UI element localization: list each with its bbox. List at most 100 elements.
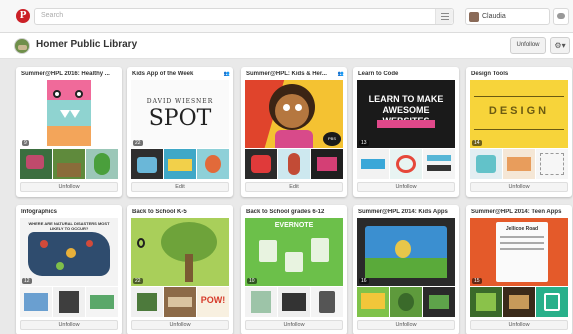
profile-avatar[interactable] [14,38,30,54]
board-card[interactable]: Summer@HPL: Kids & Her... 👥 PBS KIDS Edi… [241,67,347,197]
user-profile-button[interactable]: Claudia [465,8,550,25]
unfollow-board-button[interactable]: Unfollow [131,320,229,330]
board-thumbnails [20,149,118,179]
pin-count: 15 [472,278,482,284]
unfollow-profile-button[interactable]: Unfollow [510,37,546,54]
board-card[interactable]: Summer@HPL 2016: Healthy ... 9 Unfollow [16,67,122,197]
board-title[interactable]: Learn to Code [358,71,454,77]
unfollow-board-button[interactable]: Unfollow [245,320,343,330]
board-title[interactable]: Summer@HPL 2014: Kids Apps [358,209,454,215]
board-thumbnail [423,287,455,317]
board-title[interactable]: Kids App of the Week [132,71,228,77]
cover-title: EVERNOTE [274,222,314,229]
board-thumbnail [390,287,422,317]
board-thumbnail [278,287,310,317]
board-thumbnail [423,149,455,179]
board-cover-image[interactable]: LEARN TO MAKE AWESOME WEBSITES 13 [357,80,455,148]
board-title[interactable]: Back to School K-5 [132,209,228,215]
unfollow-board-button[interactable]: Unfollow [357,182,455,192]
board-title[interactable]: Summer@HPL 2016: Healthy ... [21,71,117,77]
unfollow-board-button[interactable]: Unfollow [470,320,568,330]
pin-count: 10 [247,278,257,284]
pin-count: 22 [133,278,143,284]
board-thumbnail [20,287,52,317]
board-thumbnails [357,149,455,179]
board-card[interactable]: Back to School K-5 22 POW! Unfollow [127,205,233,334]
board-thumbnail [197,149,229,179]
top-nav-bar: P Search Claudia [0,0,573,33]
board-title[interactable]: Back to School grades 6-12 [246,209,342,215]
board-card[interactable]: Learn to Code LEARN TO MAKE AWESOME WEBS… [353,67,459,197]
board-thumbnail [470,149,502,179]
edit-board-button[interactable]: Edit [131,182,229,192]
board-thumbnail [164,287,196,317]
board-thumbnail [503,287,535,317]
pinterest-logo-icon[interactable]: P [16,9,30,23]
board-cover-image[interactable]: WHERE ARE NATURAL DISASTERS MOST LIKELY … [20,218,118,286]
board-thumbnails [470,287,568,317]
board-thumbnail [245,149,277,179]
search-filter-icon[interactable] [435,9,453,24]
pbs-kids-badge: PBS KIDS [323,132,341,146]
profile-header: Homer Public Library Unfollow ⚙▾ [0,33,573,59]
board-thumbnails [470,149,568,179]
user-name: Claudia [482,13,506,20]
board-cover-image[interactable]: Jellicoe Road 15 [470,218,568,286]
board-cover-image[interactable]: PBS KIDS [245,80,343,148]
board-thumbnail [86,149,118,179]
board-cover-image[interactable]: 16 [357,218,455,286]
board-title[interactable]: Design Tools [471,71,567,77]
cover-subtitle: DAVID WIESNER [146,98,214,105]
board-cover-image[interactable]: DAVID WIESNER SPOT 22 [131,80,229,148]
settings-gear-icon[interactable]: ⚙▾ [550,37,570,54]
board-thumbnails [357,287,455,317]
cover-title: DESIGN [488,105,550,117]
edit-board-button[interactable]: Edit [245,182,343,192]
board-thumbnail [311,149,343,179]
pin-count: 22 [133,140,143,146]
board-cover-image[interactable]: DESIGN 14 [470,80,568,148]
profile-name[interactable]: Homer Public Library [36,39,137,50]
board-thumbnail [245,287,277,317]
pin-count: 13 [359,140,369,146]
board-thumbnail [536,287,568,317]
pow-text: POW! [200,295,226,305]
pin-count: 16 [359,278,369,284]
board-title[interactable]: Summer@HPL: Kids & Her... [246,71,342,77]
board-thumbnail [20,149,52,179]
board-thumbnail [357,149,389,179]
search-placeholder: Search [41,12,64,19]
board-thumbnail [536,149,568,179]
unfollow-board-button[interactable]: Unfollow [357,320,455,330]
cover-title: WHERE ARE NATURAL DISASTERS MOST LIKELY … [28,221,110,231]
user-avatar [469,12,479,22]
board-thumbnail: POW! [197,287,229,317]
board-thumbnails [131,149,229,179]
board-cover-image[interactable]: 9 [20,80,118,148]
pin-count: 9 [22,140,29,146]
board-thumbnail [131,287,163,317]
board-cover-image[interactable]: 22 [131,218,229,286]
board-cover-image[interactable]: EVERNOTE 10 [245,218,343,286]
board-thumbnails: POW! [131,287,229,317]
board-card[interactable]: Back to School grades 6-12 EVERNOTE 10 U… [241,205,347,334]
board-thumbnail [311,287,343,317]
board-thumbnail [470,287,502,317]
board-card[interactable]: Design Tools DESIGN 14 Unfollow [466,67,572,197]
board-thumbnail [278,149,310,179]
search-input[interactable]: Search [34,8,454,25]
board-title[interactable]: Summer@HPL 2014: Teen Apps [471,209,567,215]
unfollow-board-button[interactable]: Unfollow [20,182,118,192]
board-thumbnails [245,287,343,317]
board-card[interactable]: Infographics WHERE ARE NATURAL DISASTERS… [16,205,122,334]
unfollow-board-button[interactable]: Unfollow [20,320,118,330]
board-thumbnails [245,149,343,179]
unfollow-board-button[interactable]: Unfollow [470,182,568,192]
cover-title: SPOT [148,106,212,131]
board-card[interactable]: Summer@HPL 2014: Teen Apps Jellicoe Road… [466,205,572,334]
board-title[interactable]: Infographics [21,209,117,215]
pin-count: 14 [472,140,482,146]
board-card[interactable]: Kids App of the Week 👥 DAVID WIESNER SPO… [127,67,233,197]
messages-icon[interactable] [553,8,569,25]
board-card[interactable]: Summer@HPL 2014: Kids Apps 16 Unfollow [353,205,459,334]
